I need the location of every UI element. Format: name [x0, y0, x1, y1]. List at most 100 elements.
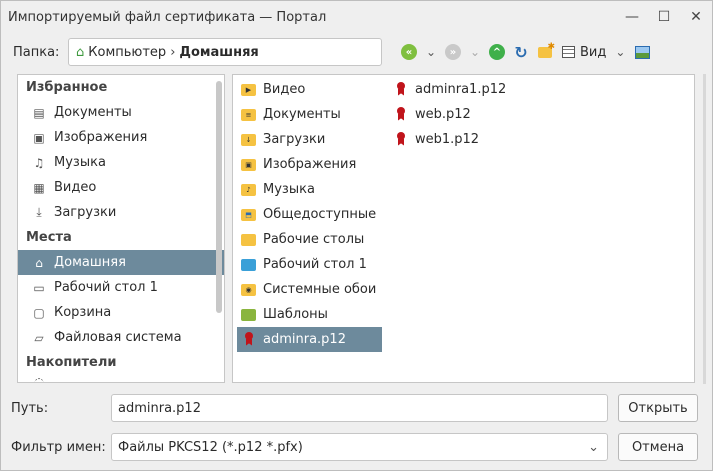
preview-icon	[634, 45, 650, 59]
sidebar-item-desktop[interactable]: ▭ Рабочий стол 1	[18, 275, 224, 300]
maximize-button[interactable]: ☐	[648, 1, 680, 33]
chevron-down-icon: ⌄	[615, 45, 626, 59]
sidebar-item-drive-partial[interactable]: ◌	[18, 375, 224, 383]
window-scrollbar[interactable]	[703, 74, 706, 384]
folder-icon: ▶	[241, 83, 256, 96]
view-label: Вид	[580, 44, 607, 60]
file-item-video[interactable]: ▶ Видео	[237, 77, 382, 102]
sidebar-scrollbar[interactable]	[216, 81, 222, 313]
filesystem-icon: ▱	[34, 330, 44, 345]
video-icon: ▦	[33, 180, 45, 195]
up-icon: ^	[489, 44, 505, 60]
forward-history-dropdown[interactable]: ⌄	[466, 45, 484, 59]
sidebar-item-downloads[interactable]: ⤓ Загрузки	[18, 200, 224, 225]
sidebar-item-video[interactable]: ▦ Видео	[18, 175, 224, 200]
breadcrumb-computer[interactable]: Компьютер	[88, 45, 166, 60]
minimize-icon: —	[625, 9, 639, 25]
folder-label: Папка:	[13, 44, 60, 60]
refresh-icon: ↻	[514, 42, 528, 62]
home-icon: ⌂	[35, 255, 43, 270]
document-icon: ▤	[33, 105, 45, 120]
sidebar-item-label: Рабочий стол 1	[54, 280, 158, 295]
folder-icon: ▣	[241, 158, 256, 171]
section-favorites: Избранное	[26, 80, 108, 95]
home-icon[interactable]: ⌂	[76, 45, 84, 60]
file-item-wallpapers[interactable]: ◉ Системные обои	[237, 277, 382, 302]
file-name: Общедоступные	[263, 207, 377, 222]
folder-icon: ↓	[241, 133, 256, 146]
image-icon: ▣	[33, 130, 45, 145]
sidebar-item-label: Видео	[54, 180, 97, 195]
file-column-1: ▶ Видео ≡ Документы ↓ Загрузки ▣ Изображения…	[237, 77, 383, 352]
file-name: Изображения	[263, 157, 357, 172]
places-sidebar: Избранное ▤ Документы ▣ Изображения ♫ Музык…	[17, 74, 225, 383]
minimize-button[interactable]: —	[616, 1, 648, 33]
close-button[interactable]: ✕	[680, 1, 712, 33]
sidebar-item-trash[interactable]: ▢ Корзина	[18, 300, 224, 325]
sidebar-item-filesystem[interactable]: ▱ Файловая система	[18, 325, 224, 350]
file-item-documents[interactable]: ≡ Документы	[237, 102, 382, 127]
chevron-down-icon: ⌄	[588, 439, 599, 455]
new-folder-button[interactable]: ✱	[534, 41, 556, 63]
file-item-images[interactable]: ▣ Изображения	[237, 152, 382, 177]
cancel-button[interactable]: Отмена	[618, 433, 698, 461]
path-row: Путь: adminra.p12 Открыть	[1, 393, 712, 423]
drive-icon: ◌	[33, 375, 45, 383]
file-item-web-p12[interactable]: web.p12	[389, 102, 512, 127]
breadcrumb-home[interactable]: Домашняя	[179, 45, 258, 60]
file-item-desktops[interactable]: Рабочие столы	[237, 227, 382, 252]
maximize-icon: ☐	[657, 9, 671, 25]
close-icon: ✕	[690, 9, 702, 25]
file-column-2: adminra1.p12 web.p12 web1.p12	[389, 77, 512, 152]
preview-button[interactable]	[631, 41, 653, 63]
file-name: Шаблоны	[263, 307, 328, 322]
view-menu-button[interactable]: Вид ⌄	[562, 45, 629, 60]
file-item-downloads[interactable]: ↓ Загрузки	[237, 127, 382, 152]
folder-icon: ♪	[241, 183, 256, 196]
refresh-button[interactable]: ↻	[510, 41, 532, 63]
open-button[interactable]: Открыть	[618, 394, 698, 422]
sidebar-item-label: Корзина	[54, 305, 112, 320]
toolbar: Папка: ⌂ Компьютер › Домашняя « ⌄ » ⌄ ^ …	[1, 37, 712, 67]
path-input[interactable]: adminra.p12	[111, 394, 608, 422]
folder-icon: ⬒	[241, 208, 256, 221]
filter-row: Фильтр имен: Файлы PKCS12 (*.p12 *.pfx) ⌄…	[1, 432, 712, 462]
sidebar-item-music[interactable]: ♫ Музыка	[18, 150, 224, 175]
chevron-right-icon: ›	[170, 44, 176, 60]
file-dialog-window: Импортируемый файл сертификата — Портал …	[0, 0, 713, 471]
up-button[interactable]: ^	[486, 41, 508, 63]
file-name: web.p12	[415, 107, 471, 122]
certificate-icon	[396, 131, 406, 146]
desktop-folder-icon	[241, 258, 256, 271]
sidebar-item-label: Домашняя	[54, 255, 126, 270]
sidebar-item-images[interactable]: ▣ Изображения	[18, 125, 224, 150]
file-item-templates[interactable]: Шаблоны	[237, 302, 382, 327]
back-button[interactable]: «	[398, 41, 420, 63]
section-drives: Накопители	[26, 355, 117, 370]
file-name: Документы	[263, 107, 341, 122]
forward-button[interactable]: »	[442, 41, 464, 63]
file-item-desktop1[interactable]: Рабочий стол 1	[237, 252, 382, 277]
sidebar-item-documents[interactable]: ▤ Документы	[18, 100, 224, 125]
file-item-web1-p12[interactable]: web1.p12	[389, 127, 512, 152]
file-item-adminra-p12[interactable]: adminra.p12	[237, 327, 383, 352]
folder-icon	[241, 233, 256, 246]
breadcrumb: ⌂ Компьютер › Домашняя	[68, 38, 382, 66]
file-name: adminra1.p12	[415, 82, 507, 97]
view-icon	[562, 46, 575, 58]
file-name: adminra.p12	[263, 332, 346, 347]
file-item-music[interactable]: ♪ Музыка	[237, 177, 382, 202]
sidebar-item-home[interactable]: ⌂ Домашняя	[18, 250, 224, 275]
sidebar-item-label: Документы	[54, 105, 132, 120]
music-icon: ♫	[33, 155, 45, 170]
sidebar-item-label: Файловая система	[54, 330, 182, 345]
file-item-public[interactable]: ⬒ Общедоступные	[237, 202, 382, 227]
file-item-adminra1-p12[interactable]: adminra1.p12	[389, 77, 512, 102]
folder-icon: ≡	[241, 108, 256, 121]
certificate-icon	[244, 331, 254, 346]
file-name: Системные обои	[263, 282, 377, 297]
back-history-dropdown[interactable]: ⌄	[422, 45, 440, 59]
file-name: Рабочий стол 1	[263, 257, 367, 272]
filter-select[interactable]: Файлы PKCS12 (*.p12 *.pfx) ⌄	[111, 433, 608, 461]
file-name: Рабочие столы	[263, 232, 365, 247]
